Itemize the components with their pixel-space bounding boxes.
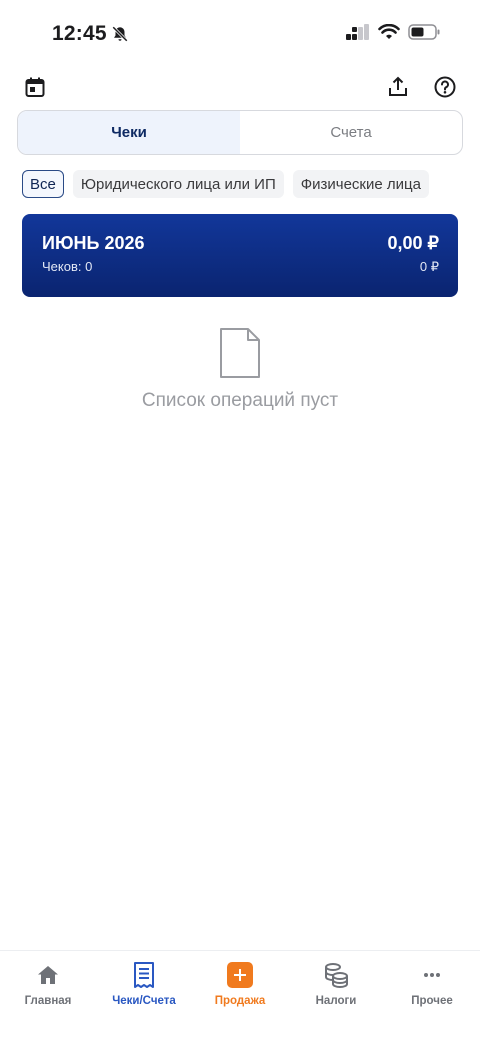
- bottom-nav: Главная Чеки/Счета Продажа Налоги Прочее: [0, 950, 480, 1044]
- segmented-control: Чеки Счета: [17, 110, 463, 155]
- filter-all-chip[interactable]: Все: [22, 170, 64, 198]
- nav-more[interactable]: Прочее: [384, 951, 480, 1044]
- more-icon: [418, 961, 446, 989]
- nav-sale[interactable]: Продажа: [192, 951, 288, 1044]
- bell-off-icon: [111, 25, 129, 48]
- wifi-icon: [378, 23, 400, 45]
- empty-state-text: Список операций пуст: [141, 390, 339, 411]
- toolbar: [0, 70, 480, 106]
- period-summary-card[interactable]: ИЮНЬ 2026 0,00 ₽ Чеков: 0 0 ₽: [22, 214, 458, 297]
- filter-legal-entity-chip[interactable]: Юридического лица или ИП: [72, 170, 284, 198]
- tab-invoices[interactable]: Счета: [240, 111, 462, 154]
- receipt-icon: [130, 961, 158, 989]
- plus-icon: [226, 961, 254, 989]
- filter-individuals-chip[interactable]: Физические лица: [292, 170, 429, 198]
- nav-taxes[interactable]: Налоги: [288, 951, 384, 1044]
- period-check-count: Чеков: 0: [42, 259, 93, 274]
- coins-icon: [322, 961, 350, 989]
- share-icon[interactable]: [383, 72, 413, 102]
- nav-taxes-label: Налоги: [315, 995, 357, 1007]
- battery-icon: [408, 24, 440, 45]
- status-bar: 12:45: [0, 0, 480, 70]
- period-title: ИЮНЬ 2026: [42, 233, 145, 253]
- nav-more-label: Прочее: [411, 995, 453, 1007]
- signal-icon: [346, 24, 370, 45]
- home-icon: [34, 961, 62, 989]
- filter-chips: Все Юридического лица или ИП Физические …: [22, 170, 429, 198]
- help-icon[interactable]: [430, 72, 460, 102]
- nav-home-label: Главная: [24, 995, 72, 1007]
- tab-checks[interactable]: Чеки: [18, 111, 240, 154]
- nav-checks-invoices-label: Чеки/Счета: [112, 995, 176, 1007]
- period-secondary-total: 0 ₽: [419, 259, 439, 274]
- calendar-icon[interactable]: [20, 72, 50, 102]
- empty-document-icon: [219, 328, 261, 383]
- status-time: 12:45: [52, 22, 107, 45]
- period-total: 0,00 ₽: [387, 233, 440, 253]
- nav-checks-invoices[interactable]: Чеки/Счета: [96, 951, 192, 1044]
- nav-sale-label: Продажа: [214, 995, 266, 1007]
- nav-home[interactable]: Главная: [0, 951, 96, 1044]
